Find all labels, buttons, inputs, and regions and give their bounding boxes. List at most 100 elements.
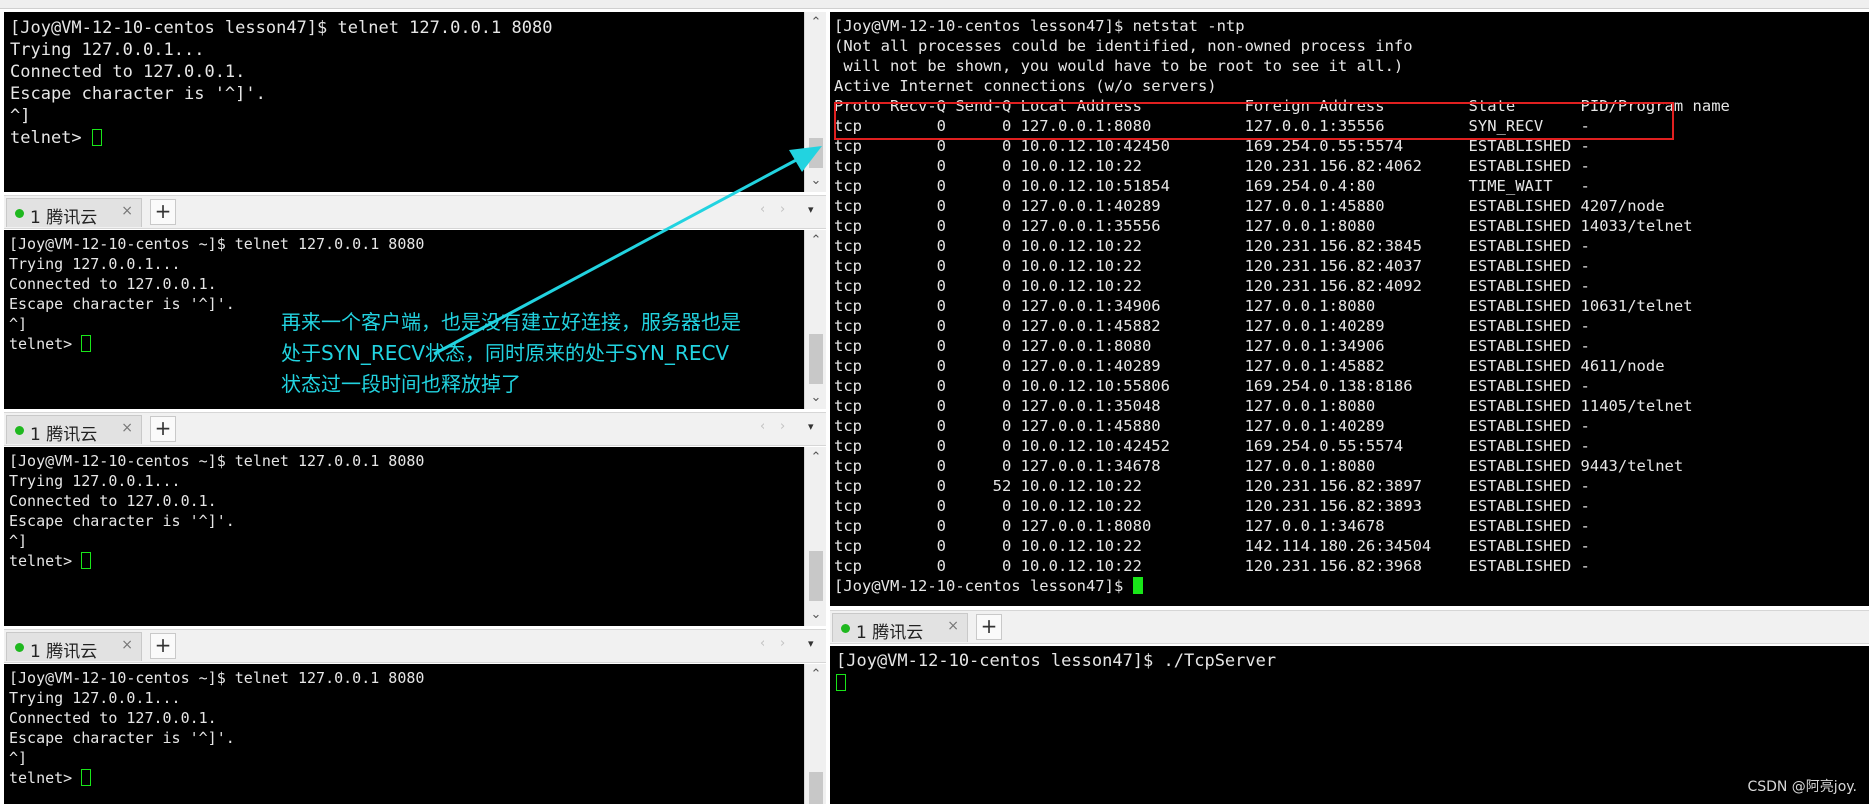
scroll-up-icon[interactable]: ⌃ [805,12,826,34]
netstat-row: tcp 0 0 10.0.12.10:42452 169.254.0.55:55… [834,437,1590,455]
session-tab[interactable]: 1 腾讯云 × [6,415,142,445]
client2-scrollbar[interactable]: ⌃ ⌄ [804,230,826,409]
tab-menu-icon[interactable]: ▾ [808,203,814,216]
client4-line: Escape character is '^]'. [9,729,235,747]
connected-dot-icon [841,624,850,633]
netstat-row: tcp 0 0 127.0.0.1:35556 127.0.0.1:8080 E… [834,217,1693,235]
netstat-row: tcp 0 0 10.0.12.10:22 120.231.156.82:384… [834,237,1590,255]
tab-menu-icon[interactable]: ▾ [808,637,814,650]
syn-recv-highlight-box [834,102,1674,140]
netstat-row: tcp 0 0 127.0.0.1:45880 127.0.0.1:40289 … [834,417,1590,435]
client1-line: Escape character is '^]'. [10,84,266,104]
scroll-up-icon[interactable]: ⌃ [805,230,826,252]
client4-line: [Joy@VM-12-10-centos ~]$ telnet 127.0.0.… [9,669,425,687]
client1-line: ^] [10,106,31,126]
netstat-row: tcp 0 0 127.0.0.1:45882 127.0.0.1:40289 … [834,317,1590,335]
scroll-thumb[interactable] [809,772,823,804]
client4-cursor [81,769,92,786]
client3-line: Escape character is '^]'. [9,512,235,530]
close-icon[interactable]: × [947,618,959,634]
client2-line: Trying 127.0.0.1... [9,255,181,273]
netstat-header-line: will not be shown, you would have to be … [834,57,1404,75]
client2-cursor [81,335,92,352]
netstat-row: tcp 0 0 10.0.12.10:55806 169.254.0.138:8… [834,377,1590,395]
scroll-down-icon[interactable]: ⌄ [805,604,826,626]
client4-line: Trying 127.0.0.1... [9,689,181,707]
next-tab-icon[interactable]: › [780,636,785,651]
server-command-line: [Joy@VM-12-10-centos lesson47]$ ./TcpSer… [836,651,1277,671]
client1-line: Trying 127.0.0.1... [10,40,205,60]
tab-label: 1 腾讯云 [30,642,98,662]
netstat-row: tcp 0 0 127.0.0.1:40289 127.0.0.1:45882 … [834,357,1665,375]
prev-tab-icon[interactable]: ‹ [760,419,765,434]
netstat-header-line: Active Internet connections (w/o servers… [834,77,1217,95]
netstat-row: tcp 0 0 10.0.12.10:22 120.231.156.82:409… [834,277,1590,295]
connected-dot-icon [15,643,24,652]
netstat-cursor [1132,577,1143,594]
netstat-row: tcp 0 0 127.0.0.1:8080 127.0.0.1:34678 E… [834,517,1590,535]
client2-line: Connected to 127.0.0.1. [9,275,217,293]
netstat-row: tcp 0 52 10.0.12.10:22 120.231.156.82:38… [834,477,1590,495]
netstat-row: tcp 0 0 127.0.0.1:34906 127.0.0.1:8080 E… [834,297,1693,315]
client3-scrollbar[interactable]: ⌃ ⌄ [804,447,826,626]
add-tab-button[interactable]: + [150,199,176,225]
add-tab-button[interactable]: + [150,416,176,442]
client3-line: Trying 127.0.0.1... [9,472,181,490]
server-terminal[interactable]: [Joy@VM-12-10-centos lesson47]$ ./TcpSer… [830,646,1869,804]
client1-terminal[interactable]: [Joy@VM-12-10-centos lesson47]$ telnet 1… [4,12,826,192]
scroll-up-icon[interactable]: ⌃ [805,664,826,686]
client1-output: [Joy@VM-12-10-centos lesson47]$ telnet 1… [10,17,552,149]
netstat-header-line: (Not all processes could be identified, … [834,37,1413,55]
scroll-down-icon[interactable]: ⌄ [805,170,826,192]
client2-line: ^] [9,315,28,333]
client4-line: ^] [9,749,28,767]
client4-output: [Joy@VM-12-10-centos ~]$ telnet 127.0.0.… [9,668,424,788]
netstat-row: tcp 0 0 10.0.12.10:22 120.231.156.82:396… [834,557,1590,575]
add-tab-button[interactable]: + [976,614,1002,640]
client3-terminal[interactable]: [Joy@VM-12-10-centos ~]$ telnet 127.0.0.… [4,447,826,626]
client1-scrollbar[interactable]: ⌃ ⌄ [804,12,826,192]
client3-line: [Joy@VM-12-10-centos ~]$ telnet 127.0.0.… [9,452,425,470]
session-tab[interactable]: 1 腾讯云 × [6,632,142,662]
client3-tabbar: 1 腾讯云 × + ‹ › ▾ [4,412,826,446]
client1-line: [Joy@VM-12-10-centos lesson47]$ telnet 1… [10,18,553,38]
scroll-up-icon[interactable]: ⌃ [805,447,826,469]
scroll-thumb[interactable] [809,551,823,601]
client1-line: Connected to 127.0.0.1. [10,62,246,82]
netstat-prompt: [Joy@VM-12-10-centos lesson47]$ [834,577,1133,595]
netstat-row: tcp 0 0 127.0.0.1:35048 127.0.0.1:8080 E… [834,397,1693,415]
next-tab-icon[interactable]: › [780,202,785,217]
client4-terminal[interactable]: [Joy@VM-12-10-centos ~]$ telnet 127.0.0.… [4,664,826,804]
client4-prompt: telnet> [9,769,82,787]
session-tab[interactable]: 1 腾讯云 × [832,613,968,643]
csdn-watermark: CSDN @阿亮joy. [1747,779,1857,795]
tab-menu-icon[interactable]: ▾ [808,420,814,433]
prev-tab-icon[interactable]: ‹ [760,202,765,217]
client1-prompt: telnet> [10,128,92,148]
netstat-terminal[interactable]: [Joy@VM-12-10-centos lesson47]$ netstat … [830,12,1869,606]
scroll-down-icon[interactable]: ⌄ [805,387,826,409]
client3-line: Connected to 127.0.0.1. [9,492,217,510]
scroll-thumb[interactable] [809,334,823,384]
annotation-text: 再来一个客户端，也是没有建立好连接，服务器也是 处于SYN_RECV状态，同时原… [281,307,741,400]
add-tab-button[interactable]: + [150,633,176,659]
annotation-line: 处于SYN_RECV状态，同时原来的处于SYN_RECV [281,341,730,365]
client2-tabbar: 1 腾讯云 × + ‹ › ▾ [4,195,826,229]
next-tab-icon[interactable]: › [780,419,785,434]
client4-scrollbar[interactable]: ⌃ [804,664,826,804]
close-icon[interactable]: × [121,637,133,653]
tab-label: 1 腾讯云 [856,623,924,643]
close-icon[interactable]: × [121,203,133,219]
client2-line: Escape character is '^]'. [9,295,235,313]
scroll-thumb[interactable] [809,138,823,168]
close-icon[interactable]: × [121,420,133,436]
session-tab[interactable]: 1 腾讯云 × [6,198,142,228]
netstat-row: tcp 0 0 10.0.12.10:22 120.231.156.82:403… [834,257,1590,275]
client4-line: Connected to 127.0.0.1. [9,709,217,727]
netstat-row: tcp 0 0 127.0.0.1:34678 127.0.0.1:8080 E… [834,457,1684,475]
netstat-header-line: [Joy@VM-12-10-centos lesson47]$ netstat … [834,17,1245,35]
window-top-strip [0,0,1869,9]
client3-output: [Joy@VM-12-10-centos ~]$ telnet 127.0.0.… [9,451,424,571]
prev-tab-icon[interactable]: ‹ [760,636,765,651]
client3-cursor [81,552,92,569]
